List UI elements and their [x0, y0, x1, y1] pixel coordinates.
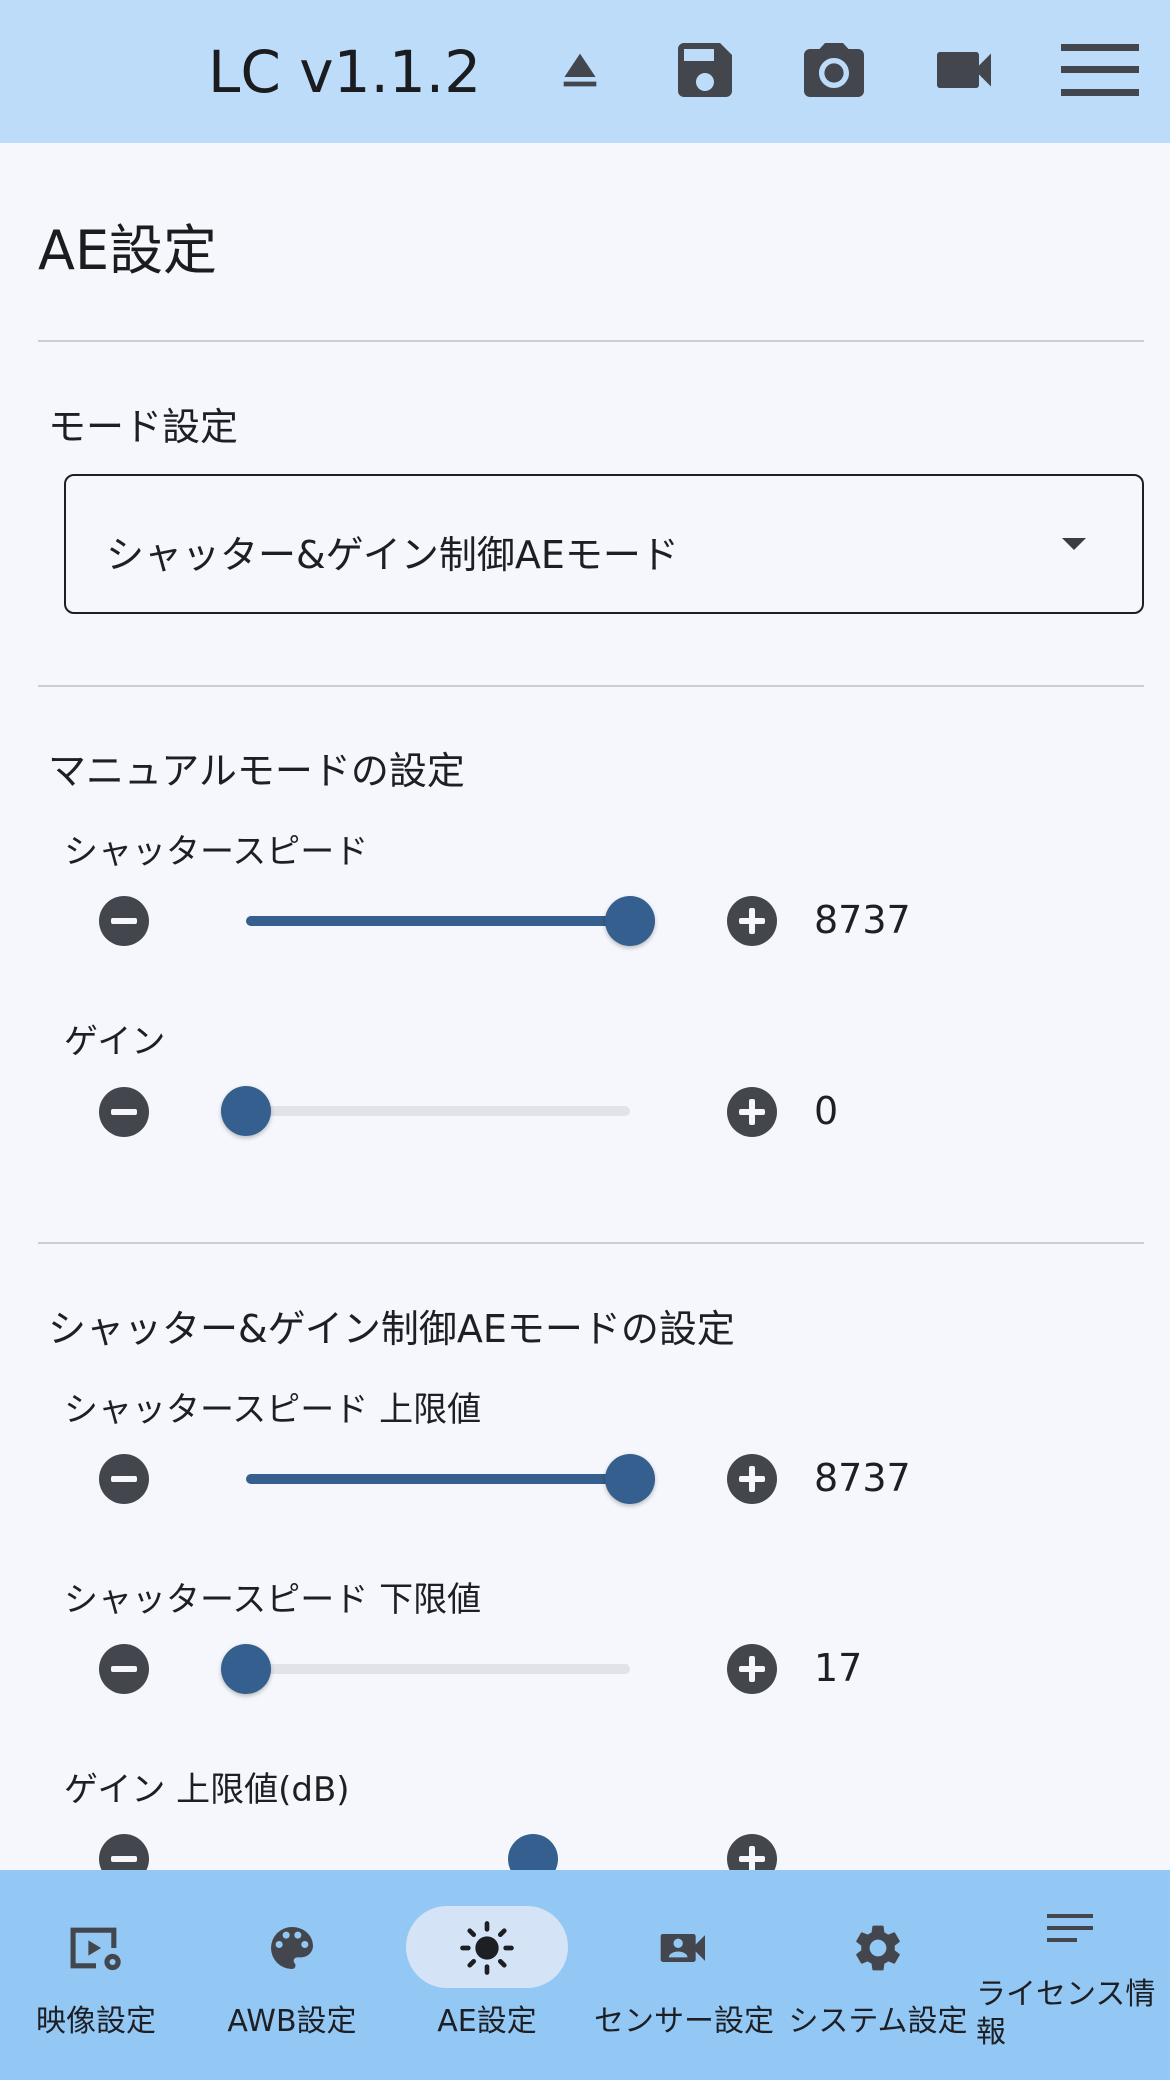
app-root: LC v1.1.2 AE設定 モード設定 シャッター&ゲイン制御AEモード マニ… — [0, 0, 1170, 2080]
slider-thumb[interactable] — [605, 1454, 655, 1504]
slider-fill — [246, 1474, 630, 1484]
plus-circle-icon[interactable] — [727, 1644, 777, 1694]
slider-thumb[interactable] — [221, 1644, 271, 1694]
shutter-upper-value: 8737 — [814, 1456, 911, 1500]
gain-upper-label: ゲイン 上限値(dB) — [64, 1770, 350, 1810]
shutter-lower-value: 17 — [814, 1646, 863, 1690]
nav-item-license-info[interactable]: ライセンス情報 — [976, 1870, 1166, 2080]
shutter-speed-value: 8737 — [814, 898, 911, 942]
nav-label: AE設定 — [437, 2004, 537, 2039]
mode-section-label: モード設定 — [48, 405, 239, 449]
ae-section-label: シャッター&ゲイン制御AEモードの設定 — [48, 1307, 735, 1351]
nav-label: 映像設定 — [36, 2004, 156, 2039]
plus-circle-icon[interactable] — [727, 1454, 777, 1504]
bottom-navigation: 映像設定 AWB設定 AE設定 センサー設定 システム設定 ライセンス情報 — [0, 1870, 1170, 2080]
camera-icon[interactable] — [794, 34, 874, 106]
page-title: AE設定 — [38, 219, 218, 282]
slider-thumb[interactable] — [605, 896, 655, 946]
gear-icon — [850, 1920, 906, 1980]
shutter-speed-slider[interactable] — [246, 896, 655, 946]
mode-select[interactable]: シャッター&ゲイン制御AEモード — [64, 474, 1144, 614]
gain-slider[interactable] — [221, 1086, 630, 1136]
gain-value: 0 — [814, 1089, 839, 1133]
eject-icon[interactable] — [548, 34, 612, 106]
video-camera-icon[interactable] — [926, 34, 1002, 106]
minus-circle-icon[interactable] — [99, 1644, 149, 1694]
plus-circle-icon[interactable] — [727, 896, 777, 946]
nav-item-sensor-settings[interactable]: センサー設定 — [586, 1870, 782, 2080]
nav-item-system-settings[interactable]: システム設定 — [780, 1870, 976, 2080]
nav-item-ae-settings[interactable]: AE設定 — [407, 1870, 567, 2080]
shutter-upper-label: シャッタースピード 上限値 — [64, 1390, 482, 1430]
minus-circle-icon[interactable] — [99, 1454, 149, 1504]
shutter-lower-label: シャッタースピード 下限値 — [64, 1580, 482, 1620]
slider-thumb[interactable] — [221, 1086, 271, 1136]
nav-label: AWB設定 — [227, 2004, 357, 2039]
mode-select-value: シャッター&ゲイン制御AEモード — [106, 533, 679, 577]
divider — [38, 685, 1144, 687]
minus-circle-icon[interactable] — [99, 1087, 149, 1137]
menu-icon[interactable] — [1060, 34, 1140, 106]
nav-label: ライセンス情報 — [976, 1977, 1156, 2050]
gain-label: ゲイン — [64, 1022, 166, 1062]
shutter-lower-slider[interactable] — [221, 1644, 630, 1694]
slider-fill — [246, 916, 630, 926]
app-title: LC v1.1.2 — [208, 38, 482, 106]
save-icon[interactable] — [668, 34, 742, 106]
video-camera-account-icon — [656, 1920, 712, 1980]
nav-item-awb-settings[interactable]: AWB設定 — [212, 1870, 372, 2080]
plus-circle-icon[interactable] — [727, 1087, 777, 1137]
shutter-speed-label: シャッタースピード — [64, 832, 369, 872]
manual-section-label: マニュアルモードの設定 — [48, 749, 465, 793]
palette-icon — [264, 1920, 320, 1980]
divider — [38, 340, 1144, 342]
video-settings-icon — [65, 1920, 127, 1980]
chevron-down-icon — [1062, 538, 1086, 550]
minus-circle-icon[interactable] — [99, 896, 149, 946]
nav-label: センサー設定 — [594, 2004, 774, 2039]
nav-item-video-settings[interactable]: 映像設定 — [16, 1870, 176, 2080]
divider — [38, 1242, 1144, 1244]
shutter-upper-slider[interactable] — [246, 1454, 655, 1504]
top-app-bar: LC v1.1.2 — [0, 0, 1170, 143]
brightness-icon — [459, 1920, 515, 1980]
notes-icon — [1045, 1910, 1097, 1954]
nav-label: システム設定 — [788, 2004, 968, 2039]
